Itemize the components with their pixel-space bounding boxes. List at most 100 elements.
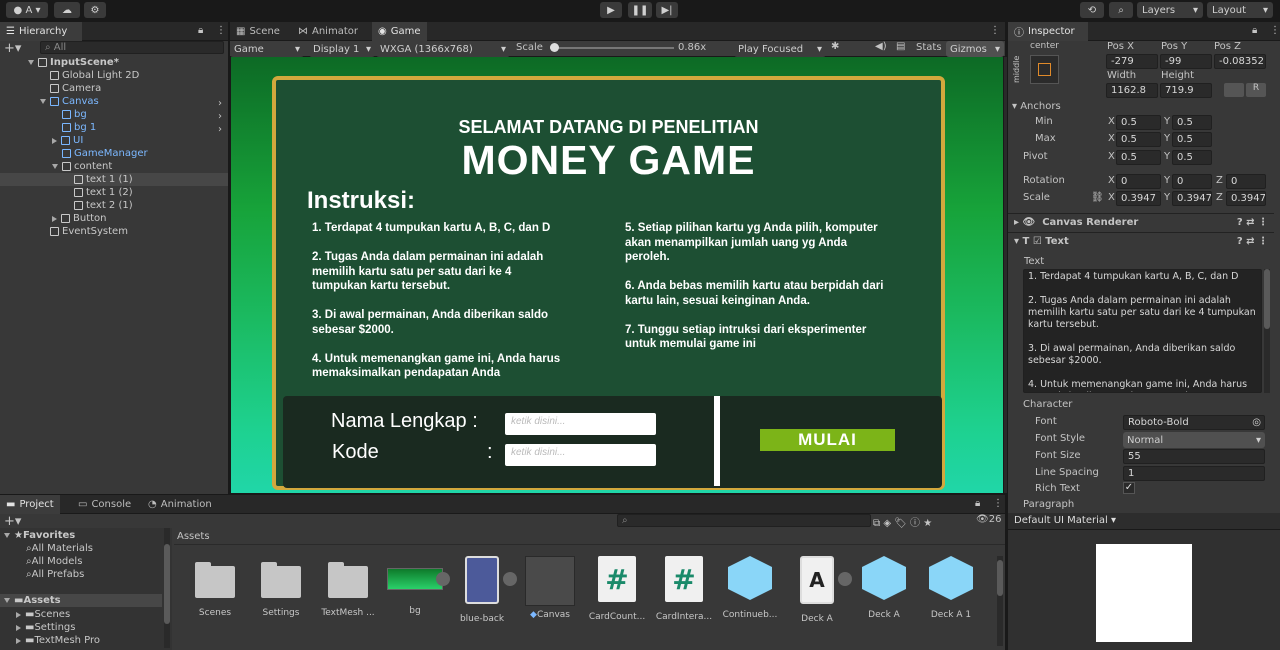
text-component-header[interactable]: ▾ T ☑ Text ? ⇄ ⋮	[1008, 232, 1274, 250]
max-y-field[interactable]: 0.5	[1172, 132, 1212, 147]
tab-inspector[interactable]: ⓘ Inspector	[1008, 22, 1088, 41]
more-icon[interactable]: ⋮	[990, 25, 1000, 36]
add-icon[interactable]: +▾	[4, 41, 21, 56]
rotation-y-field[interactable]: 0	[1172, 174, 1212, 189]
scrollbar[interactable]	[164, 528, 170, 648]
splitter[interactable]	[1004, 57, 1007, 493]
rich-text-checkbox[interactable]: ✓	[1123, 482, 1135, 494]
layout-dropdown[interactable]: Layout ▾	[1207, 2, 1273, 18]
history-icon[interactable]: ⟲	[1080, 2, 1104, 18]
expand-icon[interactable]	[503, 572, 517, 586]
font-field[interactable]: Roboto-Bold ◎	[1123, 415, 1265, 430]
tab-console[interactable]: ▭ Console	[72, 495, 137, 514]
game-view[interactable]: SELAMAT DATANG DI PENELITIAN MONEY GAME …	[231, 57, 1003, 493]
list-item[interactable]: text 2 (1)	[0, 199, 228, 212]
asset-item[interactable]: # CardCount...	[587, 556, 647, 622]
rotation-z-field[interactable]: 0	[1226, 174, 1266, 189]
component-menu-icon[interactable]: ? ⇄ ⋮	[1237, 217, 1268, 228]
list-item[interactable]: GameManager	[0, 147, 228, 160]
play-focused-dropdown[interactable]: Play Focused ▾	[734, 41, 826, 57]
anchors-foldout[interactable]: ▾ Anchors	[1012, 101, 1061, 112]
list-item[interactable]: Global Light 2D	[0, 69, 228, 82]
text-area[interactable]: 1. Terdapat 4 tumpukan kartu A, B, C, da…	[1023, 269, 1262, 393]
rotation-x-field[interactable]: 0	[1116, 174, 1161, 189]
expand-icon[interactable]	[838, 572, 852, 586]
assets-folder[interactable]: ▬ Assets	[0, 594, 162, 607]
pivot-x-field[interactable]: 0.5	[1116, 150, 1161, 165]
posx-field[interactable]: -279	[1106, 54, 1158, 69]
hierarchy-search-input[interactable]: ⌕ All	[40, 41, 224, 54]
tab-hierarchy[interactable]: ☰ Hierarchy	[0, 22, 82, 41]
scrollbar-thumb[interactable]	[164, 544, 170, 624]
list-item[interactable]: content	[0, 160, 228, 173]
code-input[interactable]: ketik disini...	[505, 444, 656, 466]
list-item[interactable]: Button	[0, 212, 228, 225]
list-item[interactable]: InputScene*	[0, 56, 228, 69]
list-item[interactable]: Camera	[0, 82, 228, 95]
list-item[interactable]: ▬ Settings	[0, 621, 228, 634]
component-menu-icon[interactable]: ? ⇄ ⋮	[1237, 236, 1268, 247]
asset-item[interactable]: blue-back	[452, 556, 512, 624]
posz-field[interactable]: -0.08352	[1214, 54, 1266, 69]
slider-handle[interactable]	[550, 43, 559, 52]
scrollbar[interactable]	[997, 556, 1003, 646]
list-item[interactable]: bg	[0, 108, 228, 121]
line-spacing-field[interactable]: 1	[1123, 466, 1265, 481]
enabled-checkbox[interactable]: ☑	[1033, 236, 1042, 247]
max-x-field[interactable]: 0.5	[1116, 132, 1161, 147]
asset-item[interactable]: Deck A 1	[921, 556, 981, 620]
breadcrumb[interactable]: Assets	[177, 531, 210, 542]
cloud-icon[interactable]: ☁	[54, 2, 80, 18]
more-icon[interactable]: ⋮	[216, 25, 226, 36]
blueprint-button[interactable]	[1224, 83, 1244, 97]
scale-z-field[interactable]: 0.3947	[1226, 191, 1266, 206]
tab-animation[interactable]: ◔ Animation	[142, 495, 218, 514]
start-button[interactable]: MULAI	[760, 429, 895, 451]
favorites-folder[interactable]: ★ Favorites	[0, 529, 165, 542]
font-size-field[interactable]: 55	[1123, 449, 1265, 464]
pause-button[interactable]: ❚❚	[628, 2, 652, 18]
expand-icon[interactable]	[436, 572, 450, 586]
more-icon[interactable]: ⋮	[1270, 25, 1280, 36]
width-field[interactable]: 1162.8	[1106, 83, 1158, 98]
lock-icon[interactable]: 🔒︎	[1252, 25, 1257, 36]
resolution-dropdown[interactable]: WXGA (1366x768) ▾	[376, 41, 510, 57]
raw-edit-button[interactable]: R	[1246, 83, 1266, 97]
asset-item[interactable]: TextMesh ...	[318, 556, 378, 618]
list-item[interactable]: bg 1	[0, 121, 228, 134]
asset-item[interactable]: Deck A	[854, 556, 914, 620]
min-x-field[interactable]: 0.5	[1116, 115, 1161, 130]
list-item[interactable]: EventSystem	[0, 225, 228, 238]
tab-animator[interactable]: ⋈ Animator	[292, 22, 364, 41]
lock-icon[interactable]: 🔒︎	[975, 498, 980, 509]
height-field[interactable]: 719.9	[1160, 83, 1212, 98]
canvas-renderer-header[interactable]: ▸ 👁︎ Canvas Renderer ? ⇄ ⋮	[1008, 213, 1274, 231]
list-item[interactable]: Canvas	[0, 95, 228, 108]
account-dropdown[interactable]: ● A ▾	[6, 2, 48, 18]
asset-item[interactable]: Settings	[251, 556, 311, 618]
tab-game[interactable]: ◉ Game	[372, 22, 427, 41]
project-search-input[interactable]: ⌕	[617, 514, 871, 527]
collab-icon[interactable]: ⚙	[84, 2, 106, 18]
link-icon[interactable]: ⛓	[1091, 192, 1104, 203]
game-mode-dropdown[interactable]: Game ▾	[230, 41, 304, 57]
font-style-dropdown[interactable]: Normal ▾	[1123, 432, 1265, 448]
scale-x-field[interactable]: 0.3947	[1116, 191, 1161, 206]
audio-icon[interactable]: ◀)	[875, 41, 887, 52]
scrollbar-thumb[interactable]	[1264, 269, 1270, 329]
chevron-right-icon[interactable]: ›	[218, 111, 222, 122]
step-button[interactable]: ▶|	[656, 2, 678, 18]
list-item[interactable]: text 1 (1)	[0, 173, 228, 186]
add-icon[interactable]: +▾	[4, 514, 21, 529]
keyboard-icon[interactable]: ▤	[896, 41, 905, 52]
pivot-y-field[interactable]: 0.5	[1172, 150, 1212, 165]
asset-item[interactable]: ◆Canvas	[520, 556, 580, 620]
tab-scene[interactable]: ▦ Scene	[230, 22, 286, 41]
chevron-right-icon[interactable]: ›	[218, 98, 222, 109]
asset-item[interactable]: Scenes	[185, 556, 245, 618]
lock-icon[interactable]: 🔒︎	[198, 25, 203, 36]
play-button[interactable]: ▶	[600, 2, 622, 18]
target-icon[interactable]: ◎	[1252, 417, 1261, 428]
name-input[interactable]: ketik disini...	[505, 413, 656, 435]
filter-icons[interactable]: ⧉ ◈ 🏷︎ ⓘ ★	[873, 514, 932, 529]
